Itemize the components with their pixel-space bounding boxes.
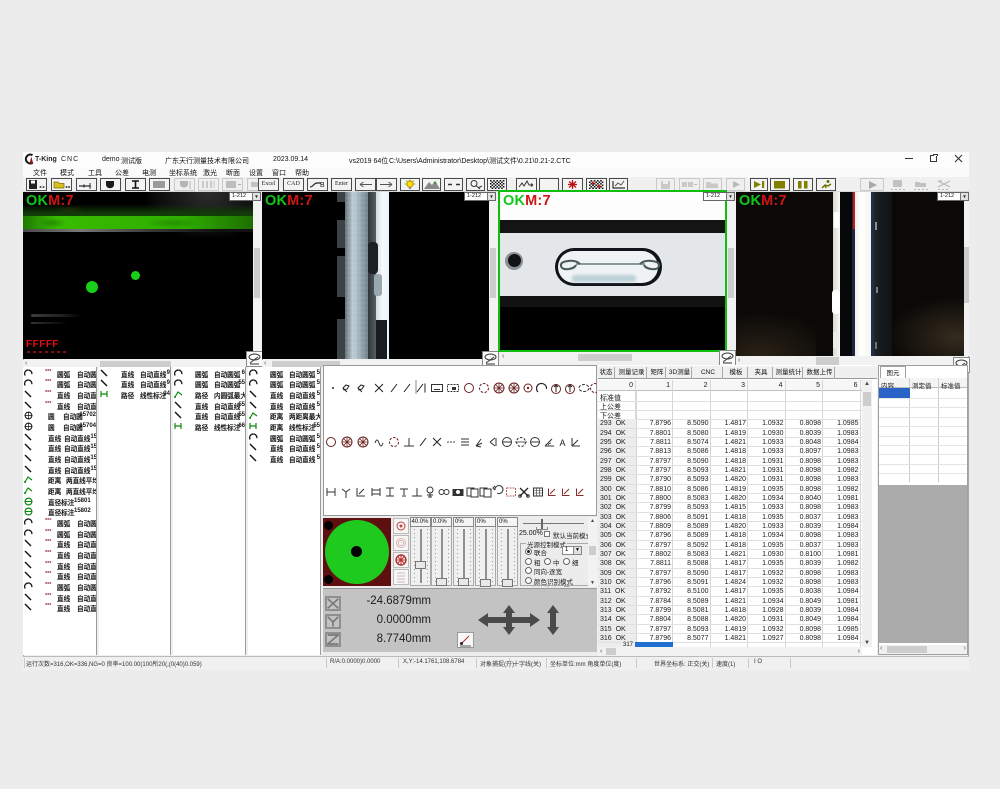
svg-text:B: B bbox=[320, 182, 325, 189]
svg-text:A: A bbox=[560, 438, 566, 448]
